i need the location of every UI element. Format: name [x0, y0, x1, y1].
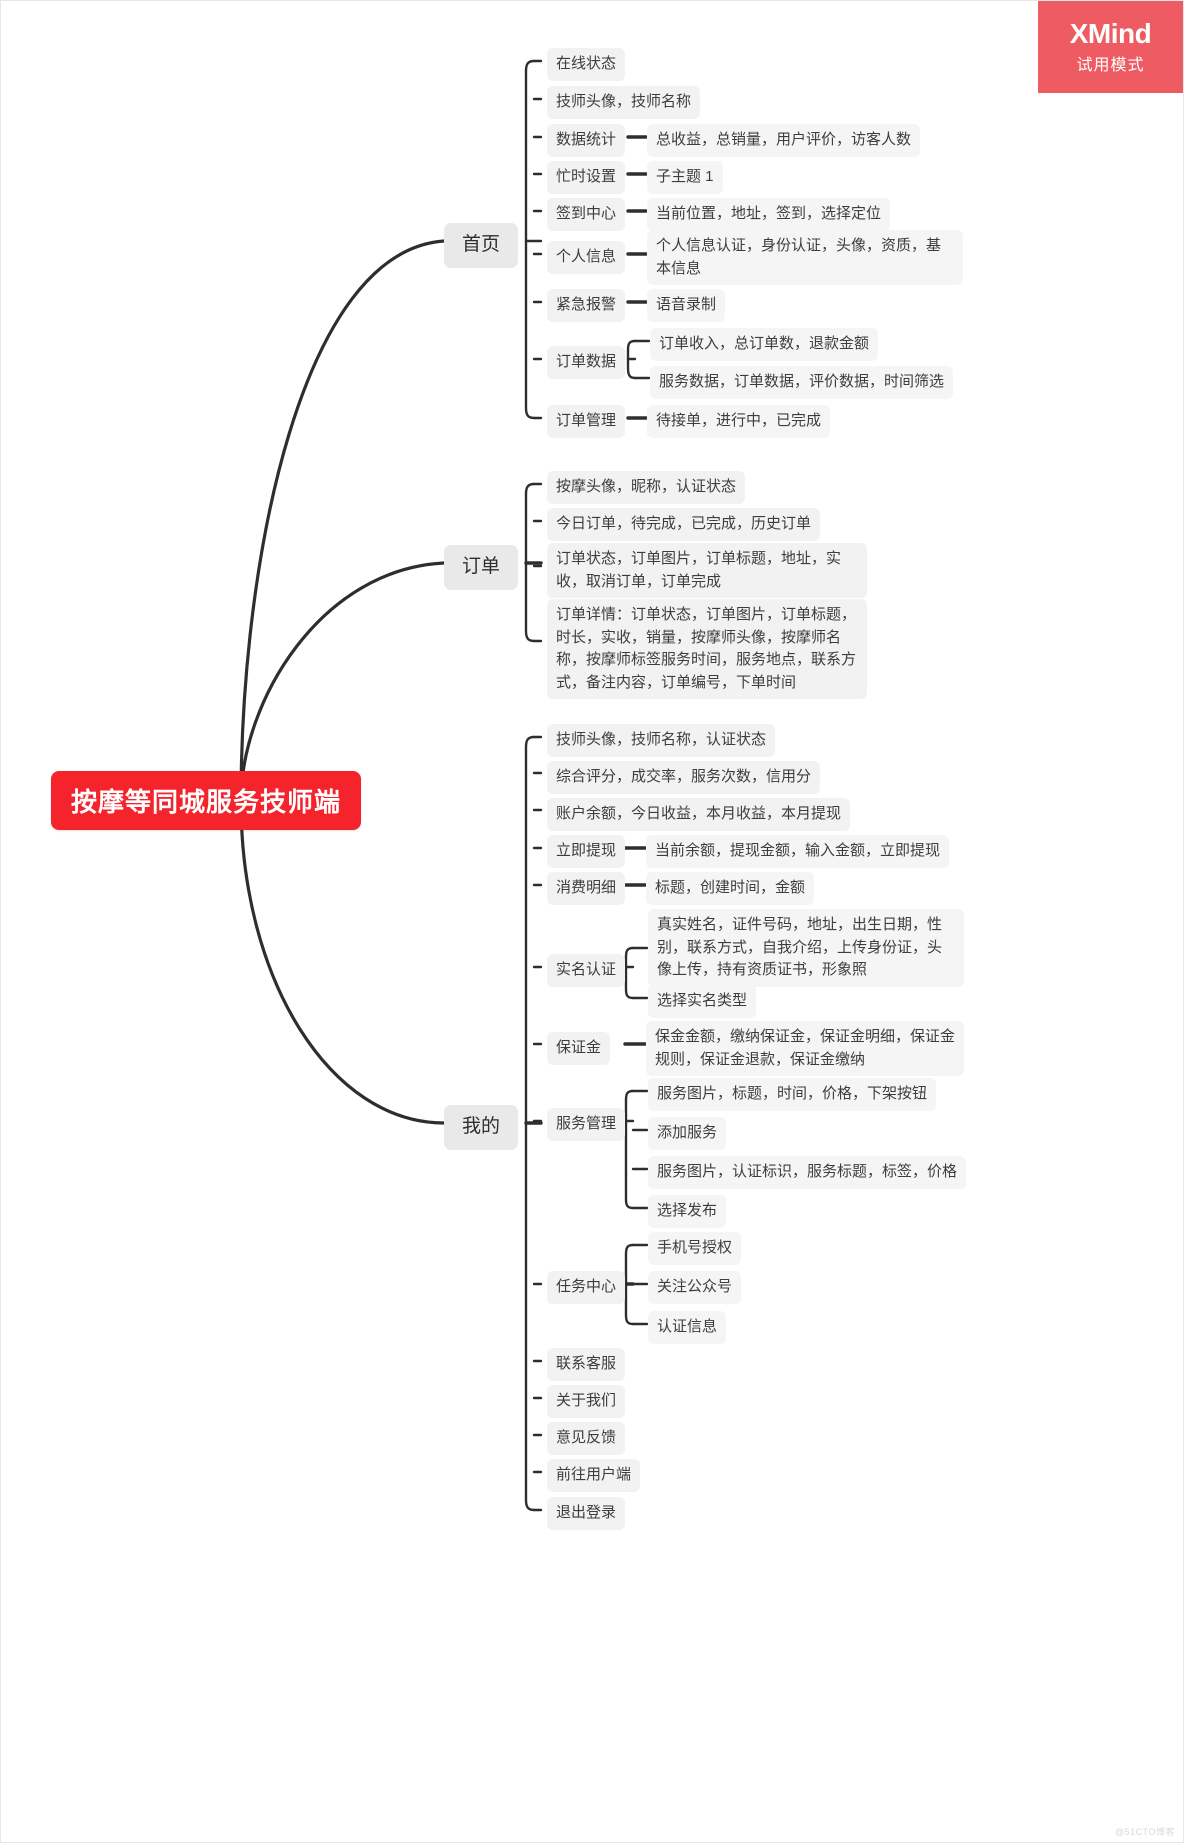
topic-mine-13[interactable]: 退出登录	[547, 1497, 626, 1530]
topic-home-7-0[interactable]: 订单收入，总订单数，退款金额	[650, 328, 879, 361]
topic-mine-3-0[interactable]: 当前余额，提现金额，输入金额，立即提现	[646, 835, 950, 868]
xmind-trial-mode-label: 试用模式	[1076, 56, 1145, 74]
topic-home-4-0[interactable]: 当前位置，地址，签到，选择定位	[647, 198, 891, 231]
topic-mine-9[interactable]: 联系客服	[547, 1348, 626, 1381]
topic-home-5[interactable]: 个人信息	[547, 241, 626, 274]
topic-mine-6[interactable]: 保证金	[547, 1032, 611, 1065]
topic-mine-8[interactable]: 任务中心	[547, 1271, 626, 1304]
topic-orders-2[interactable]: 订单状态，订单图片，订单标题，地址，实收，取消订单，订单完成	[547, 543, 867, 598]
topic-home-6-0[interactable]: 语音录制	[647, 289, 726, 322]
topic-mine-6-0[interactable]: 保金金额，缴纳保证金，保证金明细，保证金规则，保证金退款，保证金缴纳	[646, 1021, 964, 1076]
topic-orders-3[interactable]: 订单详情：订单状态，订单图片，订单标题，时长，实收，销量，按摩师头像，按摩师名称…	[547, 599, 867, 699]
branch-topic-home[interactable]: 首页	[444, 223, 519, 268]
topic-home-0[interactable]: 在线状态	[547, 48, 626, 81]
topic-home-4[interactable]: 签到中心	[547, 198, 626, 231]
topic-mine-5-0[interactable]: 真实姓名，证件号码，地址，出生日期，性别，联系方式，自我介绍，上传身份证，头像上…	[648, 909, 964, 987]
topic-mine-7-0[interactable]: 服务图片，标题，时间，价格，下架按钮	[648, 1078, 937, 1111]
connector-layer	[239, 59, 651, 1512]
xmind-trial-badge: XMind 试用模式	[1038, 1, 1183, 93]
topic-mine-5-1[interactable]: 选择实名类型	[648, 985, 757, 1018]
watermark-label: @51CTO博客	[1115, 1827, 1175, 1837]
topic-mine-10[interactable]: 关于我们	[547, 1385, 626, 1418]
topic-mine-7[interactable]: 服务管理	[547, 1108, 626, 1141]
root-topic[interactable]: 按摩等同城服务技师端	[51, 771, 362, 830]
topic-mine-0[interactable]: 技师头像，技师名称，认证状态	[547, 724, 776, 757]
branch-topic-orders[interactable]: 订单	[444, 545, 519, 590]
topic-mine-8-2[interactable]: 认证信息	[648, 1311, 727, 1344]
topic-home-7[interactable]: 订单数据	[547, 346, 626, 379]
xmind-brand-label: XMind	[1069, 18, 1152, 50]
topic-home-8[interactable]: 订单管理	[547, 405, 626, 438]
topic-mine-4[interactable]: 消费明细	[547, 872, 626, 905]
topic-mine-4-0[interactable]: 标题，创建时间，金额	[646, 872, 815, 905]
topic-mine-7-1[interactable]: 添加服务	[648, 1117, 727, 1150]
mindmap-canvas: XMind 试用模式 按摩等同城服务技师端 首页 在线状态 技师头像，技师名称 …	[0, 0, 1184, 1843]
topic-home-8-0[interactable]: 待接单，进行中，已完成	[647, 405, 831, 438]
topic-home-3[interactable]: 忙时设置	[547, 161, 626, 194]
topic-home-7-1[interactable]: 服务数据，订单数据，评价数据，时间筛选	[650, 366, 954, 399]
topic-mine-7-2[interactable]: 服务图片，认证标识，服务标题，标签，价格	[648, 1156, 967, 1189]
topic-mine-3[interactable]: 立即提现	[547, 835, 626, 868]
topic-home-3-0[interactable]: 子主题 1	[647, 161, 723, 194]
topic-home-2-0[interactable]: 总收益，总销量，用户评价，访客人数	[647, 124, 921, 157]
topic-mine-8-1[interactable]: 关注公众号	[648, 1271, 742, 1304]
topic-mine-7-3[interactable]: 选择发布	[648, 1195, 727, 1228]
topic-mine-12[interactable]: 前往用户端	[547, 1459, 641, 1492]
topic-mine-5[interactable]: 实名认证	[547, 954, 626, 987]
topic-mine-11[interactable]: 意见反馈	[547, 1422, 626, 1455]
topic-mine-2[interactable]: 账户余额，今日收益，本月收益，本月提现	[547, 798, 851, 831]
topic-orders-0[interactable]: 按摩头像，昵称，认证状态	[547, 471, 746, 504]
topic-mine-8-0[interactable]: 手机号授权	[648, 1232, 742, 1265]
topic-mine-1[interactable]: 综合评分，成交率，服务次数，信用分	[547, 761, 821, 794]
topic-orders-1[interactable]: 今日订单，待完成，已完成，历史订单	[547, 508, 821, 541]
topic-home-1[interactable]: 技师头像，技师名称	[547, 86, 701, 119]
topic-home-2[interactable]: 数据统计	[547, 124, 626, 157]
branch-topic-mine[interactable]: 我的	[444, 1105, 519, 1150]
topic-home-6[interactable]: 紧急报警	[547, 289, 626, 322]
topic-home-5-0[interactable]: 个人信息认证，身份认证，头像，资质，基本信息	[647, 230, 963, 285]
